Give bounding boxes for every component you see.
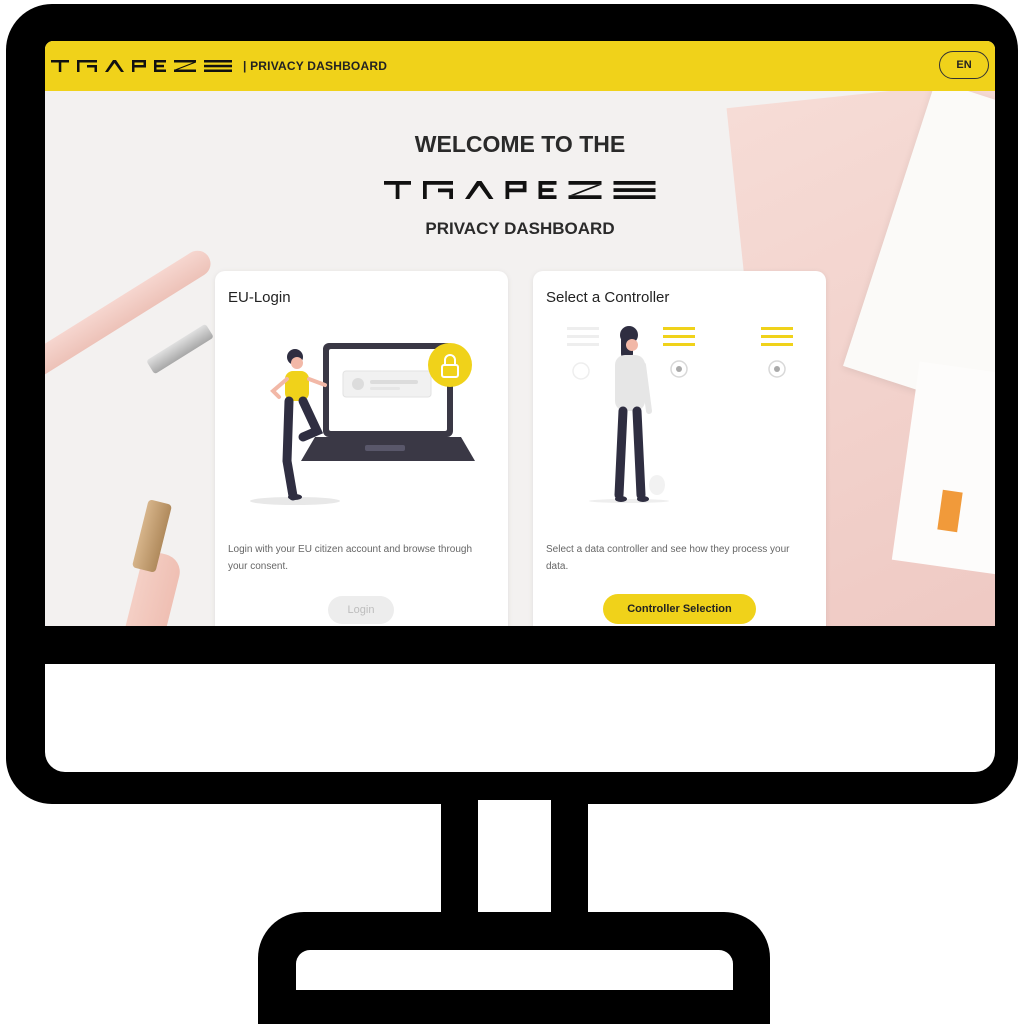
trapeze-logo-mark-large [384,181,656,199]
eu-login-card-description: Login with your EU citizen account and b… [228,544,473,572]
monitor-chin [45,664,995,772]
select-controller-card-title: Select a Controller [546,289,670,306]
header-section-label: | PRIVACY DASHBOARD [243,59,388,73]
screen: | PRIVACY DASHBOARD EN WELCOME TO THE PR… [45,41,995,626]
pen-clip-decoration [146,323,214,375]
eu-login-card-title: EU-Login [228,289,291,306]
trapeze-logo-mark [51,60,232,72]
trapeze-logo[interactable] [51,60,235,72]
login-button[interactable]: Login [328,596,394,624]
select-controller-card-description: Select a data controller and see how the… [546,544,790,572]
monitor-base-inner [296,950,733,990]
eu-login-card: EU-Login Login with your EU citizen acco… [215,271,508,626]
welcome-subtitle: PRIVACY DASHBOARD [425,219,615,238]
header-bar: | PRIVACY DASHBOARD EN [45,41,995,91]
monitor-frame: | PRIVACY DASHBOARD EN WELCOME TO THE PR… [6,4,1018,804]
login-laptop-illustration [250,343,475,505]
welcome-title: WELCOME TO THE [414,131,626,157]
controller-selection-illustration [567,326,793,503]
controller-selection-button[interactable]: Controller Selection [603,594,756,624]
select-controller-card: Select a Controller Select a data contro… [533,271,826,626]
monitor-neck-inner [478,800,551,914]
pen-decoration [45,245,216,396]
welcome-trapeze-logo [373,181,671,204]
language-selector-button[interactable]: EN [939,51,989,79]
